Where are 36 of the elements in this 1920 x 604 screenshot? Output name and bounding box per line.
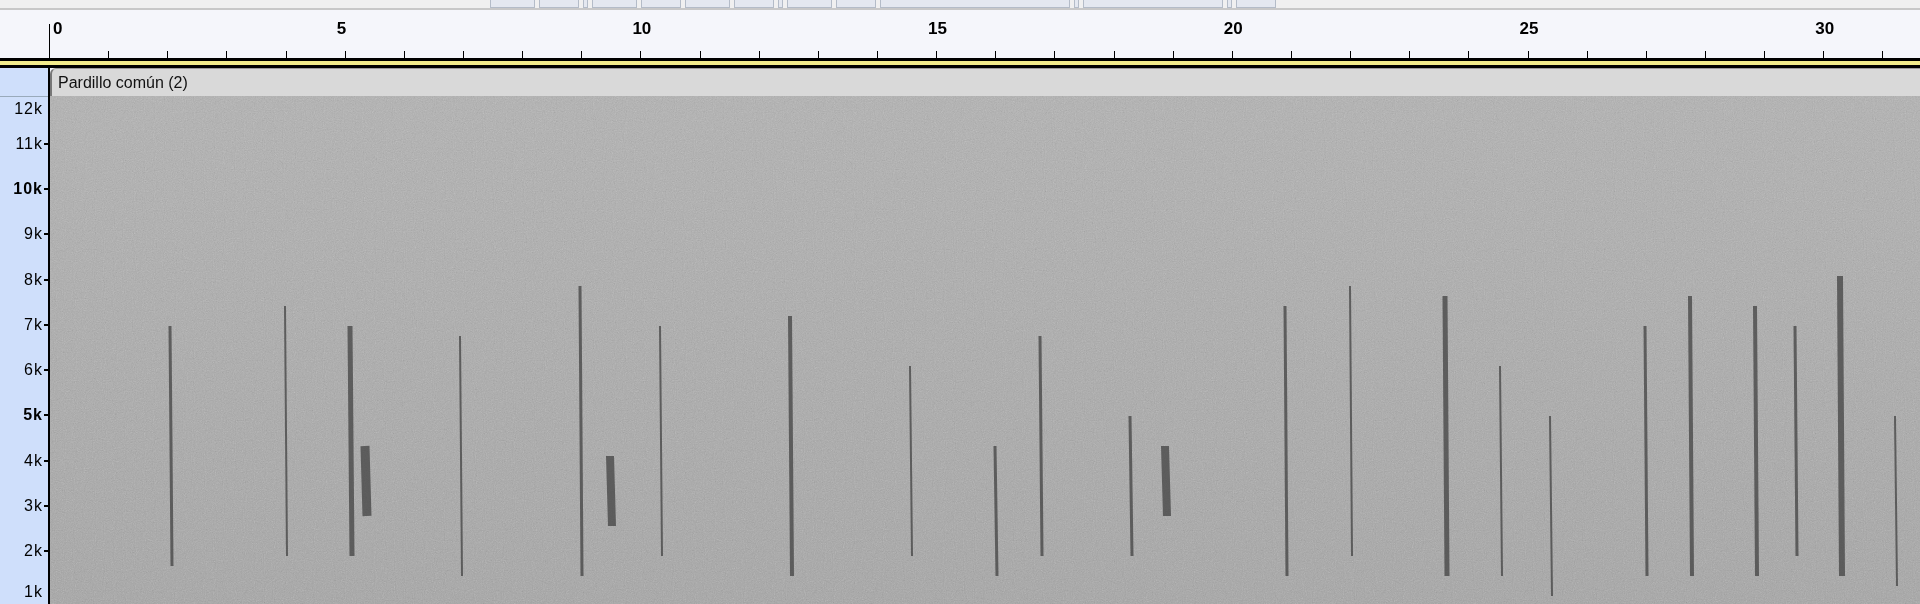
frequency-label: 7k <box>24 315 48 334</box>
frequency-label: 9k <box>24 225 48 244</box>
track-label-bar[interactable]: Pardillo común (2) <box>50 68 1920 96</box>
toolbar-button[interactable] <box>787 0 832 8</box>
time-label: 5 <box>336 19 347 39</box>
frequency-label: 3k <box>24 497 48 515</box>
time-label: 0 <box>53 19 63 39</box>
toolbar-button[interactable] <box>1074 0 1079 8</box>
frequency-label: 11k <box>15 134 48 153</box>
time-label: 15 <box>928 19 948 39</box>
frequency-label: 12k <box>14 100 44 118</box>
toolbar-button[interactable] <box>880 0 1070 8</box>
toolbar-button[interactable] <box>836 0 876 8</box>
time-label: 20 <box>1223 19 1243 39</box>
toolbar-button[interactable] <box>734 0 774 8</box>
toolbar-button[interactable] <box>490 0 535 8</box>
track-name: Pardillo común (2) <box>58 73 188 92</box>
toolbar-button[interactable] <box>592 0 637 8</box>
frequency-label: 5k <box>23 406 48 425</box>
toolbar-button[interactable] <box>685 0 730 8</box>
frequency-label: 8k <box>24 270 48 289</box>
toolbar-button[interactable] <box>1083 0 1223 8</box>
toolbar-button[interactable] <box>539 0 579 8</box>
toolbar-button[interactable] <box>641 0 681 8</box>
toolbar-button[interactable] <box>1227 0 1232 8</box>
time-label: 25 <box>1519 19 1539 39</box>
toolbar-button[interactable] <box>778 0 783 8</box>
frequency-label: 1k <box>24 582 44 601</box>
time-label: 30 <box>1815 19 1835 39</box>
toolbar-button[interactable] <box>583 0 588 8</box>
frequency-label: 6k <box>24 361 48 380</box>
toolbar-button[interactable] <box>1236 0 1276 8</box>
time-label: 10 <box>632 19 652 39</box>
frequency-label: 4k <box>24 451 48 470</box>
frequency-label: 2k <box>24 542 48 561</box>
frequency-label: 10k <box>13 179 48 198</box>
